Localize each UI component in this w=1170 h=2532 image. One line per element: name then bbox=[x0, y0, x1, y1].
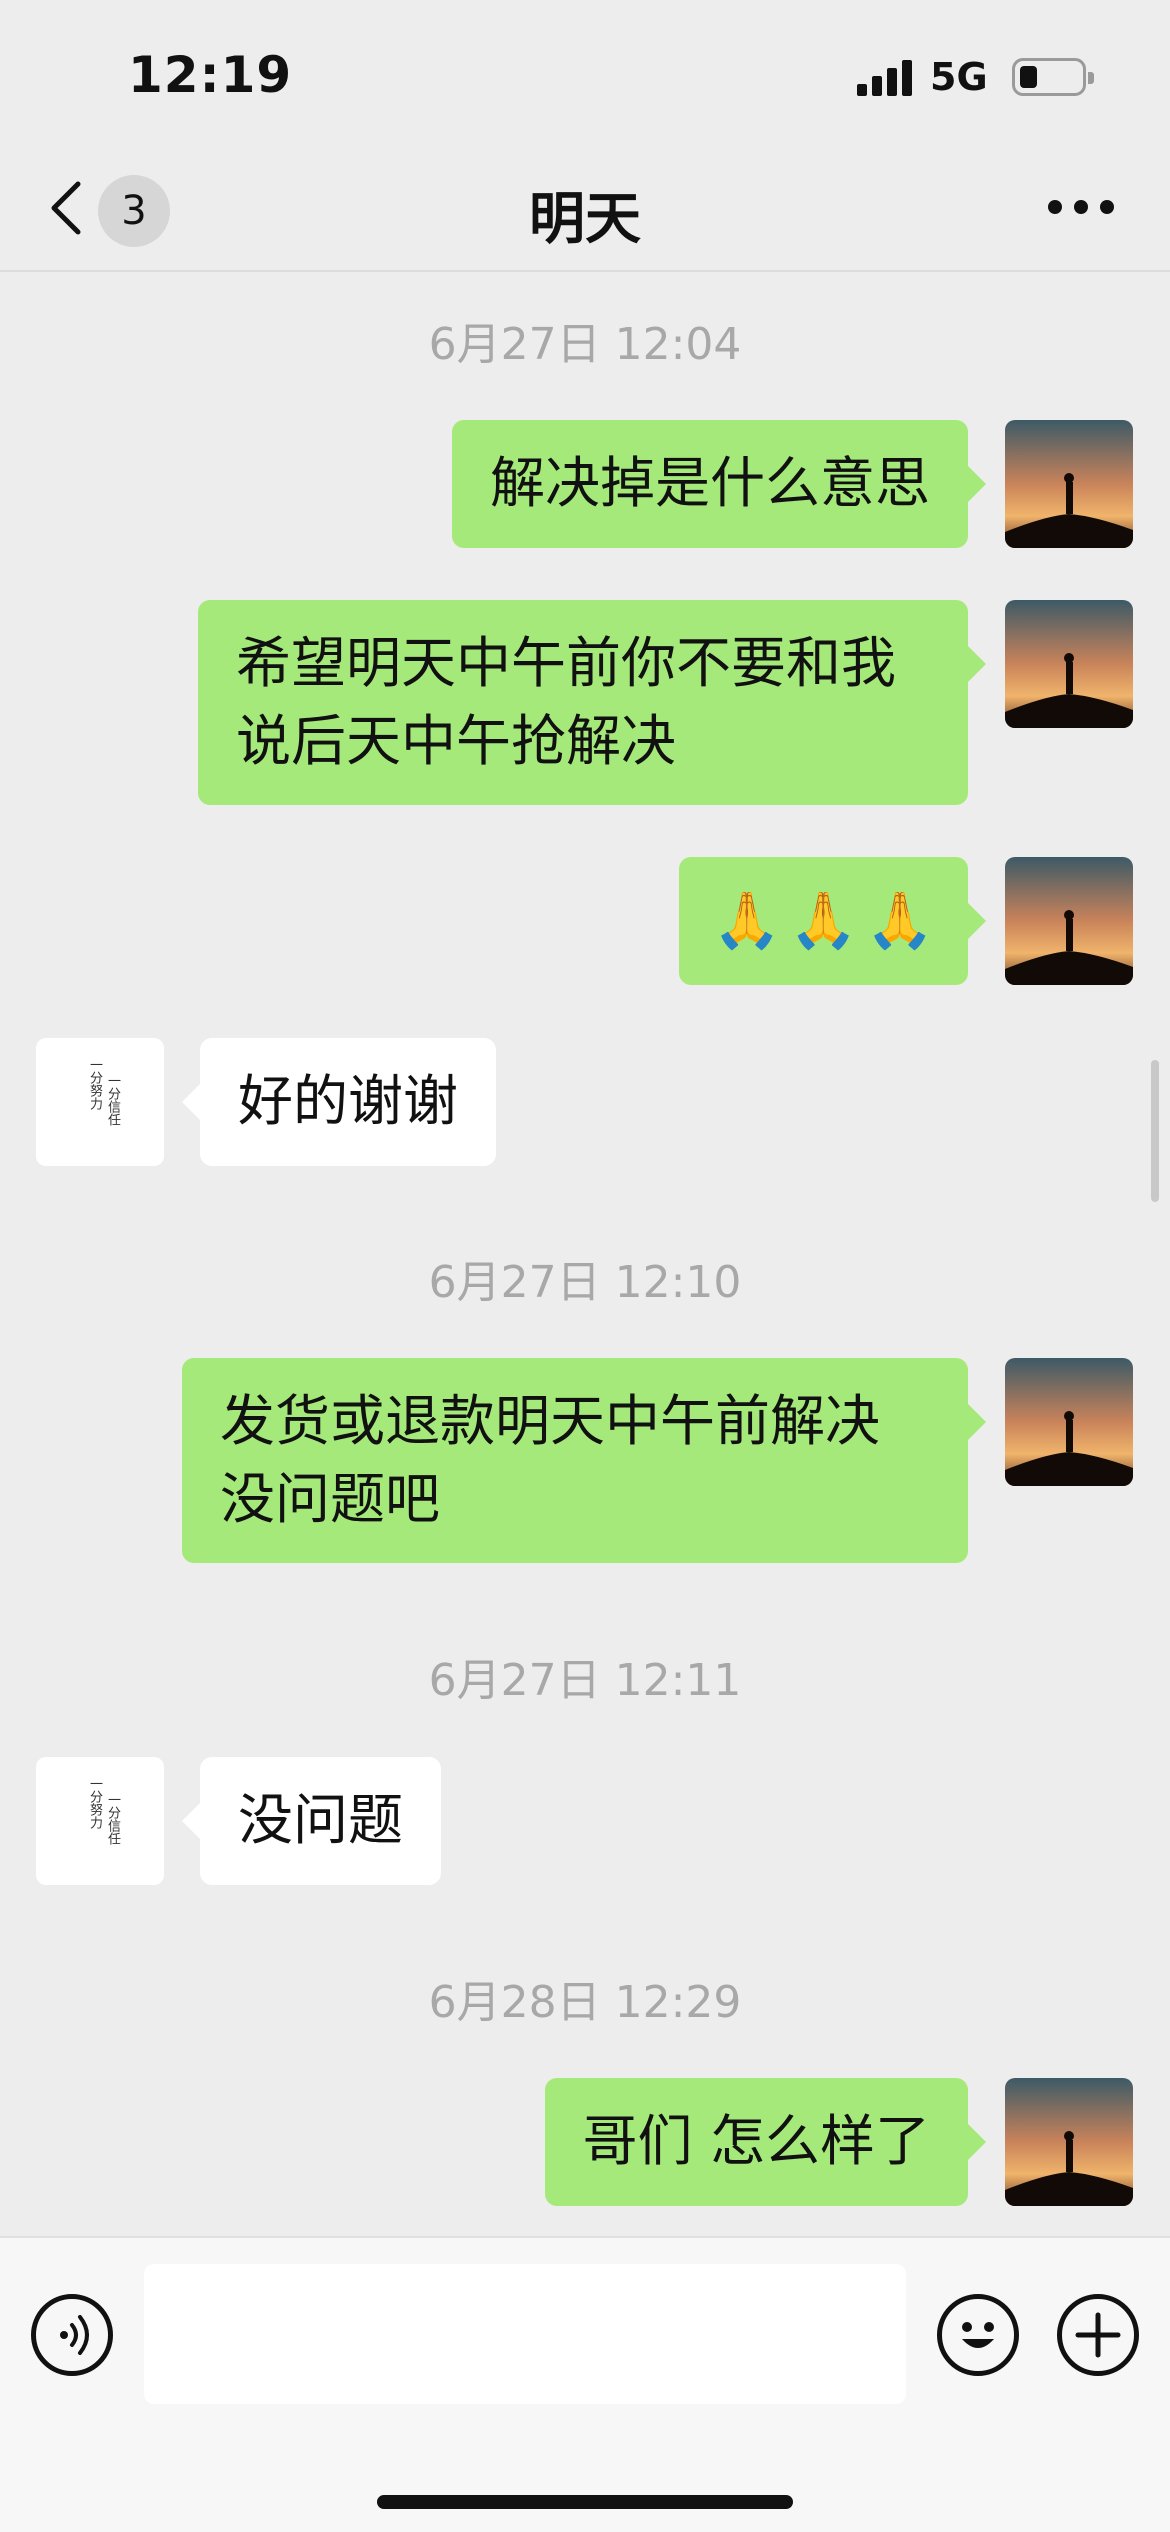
plus-icon bbox=[1075, 2312, 1121, 2358]
sunset-avatar-image bbox=[1005, 1358, 1133, 1486]
received-message[interactable]: 好的谢谢 bbox=[181, 1038, 497, 1166]
voice-button[interactable] bbox=[31, 2294, 113, 2376]
timestamp: 6月27日 12:04 bbox=[428, 319, 742, 370]
chat-screen: 12:19 5G 3 明天 6月27日 12:04 解决掉是什么意思 希望明天中… bbox=[0, 0, 1170, 2532]
my-avatar[interactable] bbox=[1005, 1358, 1133, 1486]
sunset-avatar-image bbox=[1005, 420, 1133, 548]
sent-message[interactable]: 发货或退款明天中午前解决没问题吧 bbox=[182, 1358, 986, 1563]
sunset-avatar-image bbox=[1005, 2078, 1133, 2206]
more-icon[interactable] bbox=[1048, 198, 1114, 218]
contact-avatar[interactable]: 一分努力 一分信任 bbox=[36, 1038, 164, 1166]
status-bar: 12:19 5G bbox=[0, 0, 1170, 150]
sent-emoji-message[interactable]: 🙏 🙏 🙏 bbox=[678, 857, 987, 985]
message-input[interactable] bbox=[144, 2264, 906, 2404]
sunset-avatar-image bbox=[1005, 600, 1133, 728]
chat-title: 明天 bbox=[529, 187, 641, 252]
my-avatar[interactable] bbox=[1005, 2078, 1133, 2206]
pray-emoji: 🙏 bbox=[789, 888, 858, 952]
home-indicator[interactable] bbox=[377, 2495, 793, 2509]
my-avatar[interactable] bbox=[1005, 420, 1133, 548]
timestamp: 6月27日 12:11 bbox=[428, 1655, 742, 1706]
battery-icon bbox=[1012, 58, 1094, 96]
input-bar bbox=[0, 2236, 1170, 2532]
sunset-avatar-image bbox=[1005, 857, 1133, 985]
pray-emoji: 🙏 bbox=[865, 888, 934, 952]
contact-avatar[interactable]: 一分努力 一分信任 bbox=[36, 1757, 164, 1885]
timestamp: 6月27日 12:10 bbox=[428, 1257, 742, 1308]
network-type: 5G bbox=[930, 55, 988, 99]
sent-message[interactable]: 哥们 怎么样了 bbox=[544, 2078, 987, 2206]
smiley-icon bbox=[962, 2322, 994, 2348]
scrollbar[interactable] bbox=[1151, 1060, 1159, 1202]
more-functions-button[interactable] bbox=[1057, 2294, 1139, 2376]
my-avatar[interactable] bbox=[1005, 857, 1133, 985]
timestamp: 6月28日 12:29 bbox=[428, 1977, 742, 2028]
nav-bar: 3 明天 bbox=[0, 150, 1170, 272]
pray-emoji: 🙏 bbox=[712, 888, 782, 952]
received-message[interactable]: 没问题 bbox=[181, 1757, 442, 1885]
voice-icon bbox=[60, 2315, 89, 2355]
sent-message[interactable]: 希望明天中午前你不要和我说后天中午抢解决 bbox=[198, 600, 986, 805]
emoji-button[interactable] bbox=[937, 2294, 1019, 2376]
status-time: 12:19 bbox=[128, 46, 293, 104]
my-avatar[interactable] bbox=[1005, 600, 1133, 728]
sent-message[interactable]: 解决掉是什么意思 bbox=[451, 420, 987, 548]
signal-icon bbox=[857, 60, 915, 96]
